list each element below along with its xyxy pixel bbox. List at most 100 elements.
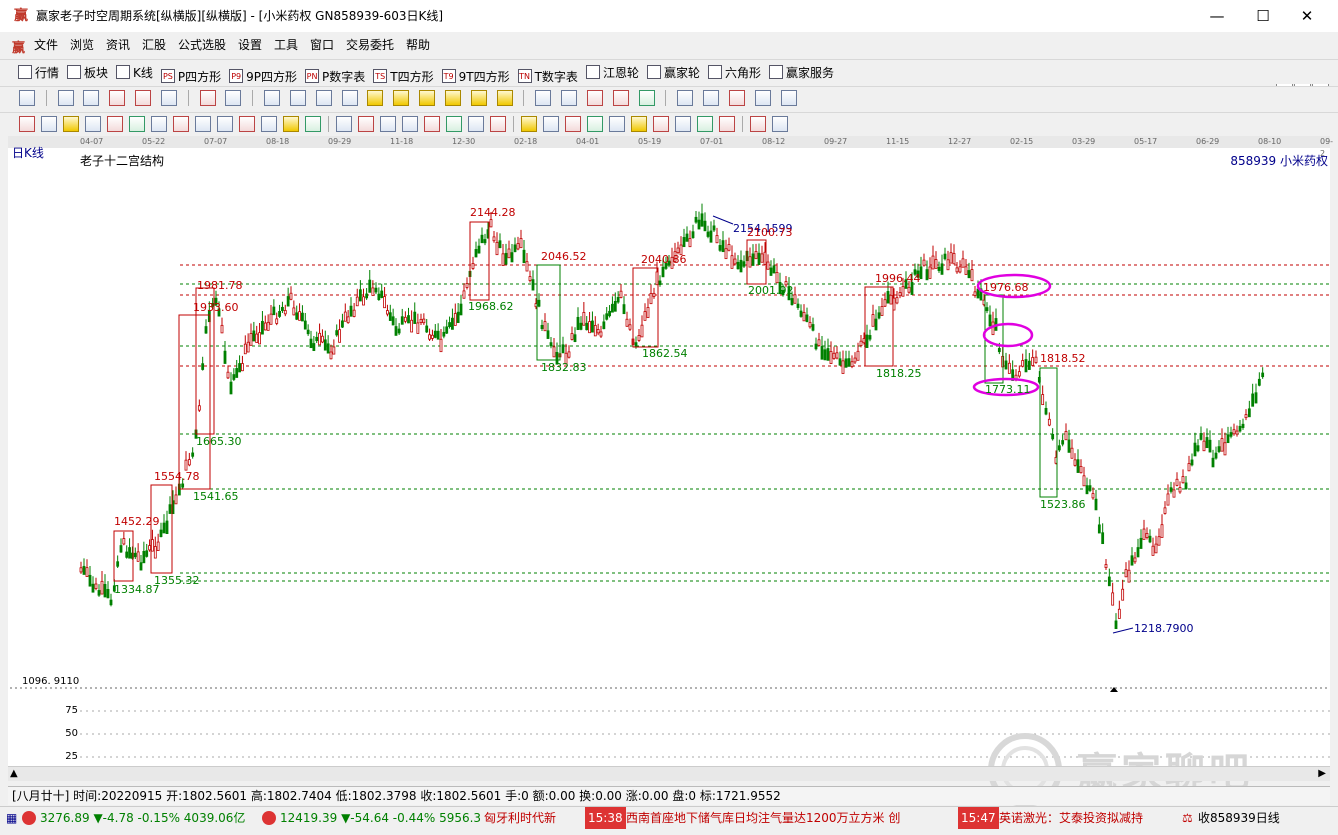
candle-body <box>315 336 319 342</box>
candle-body <box>489 219 493 228</box>
price-label: 1355.32 <box>154 574 200 587</box>
candle-body <box>1061 440 1065 445</box>
candle-body <box>184 459 188 471</box>
news-item-1[interactable]: 西南首座地下储气库日均注气量达1200万立方米 创 <box>626 807 900 829</box>
candle-body <box>1247 408 1251 418</box>
horizontal-scrollbar[interactable]: ▲ ▶ <box>8 766 1330 781</box>
scroll-right-icon[interactable]: ▶ <box>1318 768 1326 779</box>
candle-body <box>991 321 995 336</box>
candle-body <box>275 318 279 324</box>
price-label: 1541.65 <box>193 490 239 503</box>
candle-body <box>685 233 689 242</box>
candle-body <box>1229 432 1233 437</box>
candle-body <box>522 249 526 264</box>
candle-body <box>1136 547 1140 558</box>
candle-body <box>640 324 644 338</box>
candle-body <box>1031 357 1035 366</box>
candle-body <box>1057 445 1061 451</box>
candle-body <box>1160 524 1164 538</box>
candle-body <box>349 305 353 317</box>
candle-body <box>1133 557 1137 563</box>
candle-body <box>119 545 123 553</box>
candle-body <box>552 346 556 358</box>
candle-body <box>907 286 911 293</box>
candle-body <box>283 310 287 315</box>
sz-index-value[interactable]: 12419.39 ▼-54.64 -0.44% 5956.3 <box>280 807 481 829</box>
candle-body <box>139 562 143 571</box>
candle-body <box>967 270 971 279</box>
candle-body <box>501 253 505 266</box>
candle-body <box>266 321 270 331</box>
price-label: 1968.62 <box>468 300 514 313</box>
candle-body <box>341 320 344 328</box>
candle-body <box>814 343 818 350</box>
news-item-0[interactable]: 匈牙利时代新 <box>484 807 556 829</box>
candle-body <box>1202 440 1206 452</box>
candle-body <box>145 550 149 557</box>
candle-body <box>622 304 626 315</box>
candle-body <box>153 546 157 559</box>
candle-body <box>1217 446 1221 452</box>
price-label: 1996.44 <box>875 272 921 285</box>
candle-body <box>543 321 547 332</box>
candle-body <box>165 520 169 535</box>
candle-body <box>148 545 151 551</box>
candle-body <box>1007 362 1011 374</box>
candle-body <box>952 253 956 265</box>
candle-body <box>772 265 776 274</box>
candle-body <box>985 307 989 312</box>
candle-body <box>835 352 839 359</box>
candle-body <box>901 286 905 297</box>
candle-body <box>298 311 301 321</box>
candle-body <box>368 279 372 293</box>
candle-body <box>407 315 410 324</box>
candle-body <box>142 550 146 564</box>
price-label: 1933.60 <box>193 301 239 314</box>
candle-body <box>715 235 719 244</box>
candle-body <box>272 306 276 316</box>
candle-body <box>928 266 932 279</box>
candle-body <box>579 322 583 330</box>
range-box <box>178 314 211 490</box>
candle-body <box>751 253 755 266</box>
sh-index-value[interactable]: 3276.89 ▼-4.78 -0.15% 4039.06亿 <box>40 807 245 829</box>
price-label: 1862.54 <box>642 347 688 360</box>
candle-body <box>1190 459 1194 466</box>
candle-body <box>292 307 296 316</box>
candle-body <box>1073 459 1077 466</box>
scroll-up-icon[interactable]: ▲ <box>10 768 18 779</box>
lower-tick-75: 75 <box>65 705 78 716</box>
candle-body <box>1085 485 1089 495</box>
candle-body <box>646 307 650 319</box>
candle-body <box>1205 437 1209 449</box>
candle-body <box>1211 457 1215 468</box>
candle-body <box>700 213 704 227</box>
candle-body <box>1145 533 1149 538</box>
candle-body <box>321 335 324 343</box>
candle-body <box>934 259 938 269</box>
price-label: 1832.83 <box>541 361 587 374</box>
candle-body <box>712 225 716 231</box>
candle-body <box>688 238 692 248</box>
candle-body <box>220 324 224 334</box>
candle-body <box>540 324 544 329</box>
candle-body <box>329 351 333 360</box>
candle-body <box>97 590 101 596</box>
candle-body <box>988 314 992 327</box>
news-item-2[interactable]: 英诺激光：艾泰投资拟减持 <box>999 807 1143 829</box>
grid-icon[interactable]: ▦ <box>6 807 17 829</box>
candle-body <box>841 360 845 374</box>
candle-body <box>1107 576 1111 587</box>
candle-body <box>691 231 695 239</box>
candle-body <box>410 319 414 333</box>
candle-body <box>570 333 574 340</box>
candle-body <box>868 335 872 340</box>
candle-body <box>844 358 848 368</box>
candle-body <box>730 255 734 269</box>
candle-body <box>459 303 463 316</box>
candle-body <box>593 325 597 337</box>
candle-body <box>326 343 330 354</box>
candle-body <box>727 244 731 251</box>
sh-index-icon <box>22 811 36 825</box>
candle-body <box>243 343 247 355</box>
